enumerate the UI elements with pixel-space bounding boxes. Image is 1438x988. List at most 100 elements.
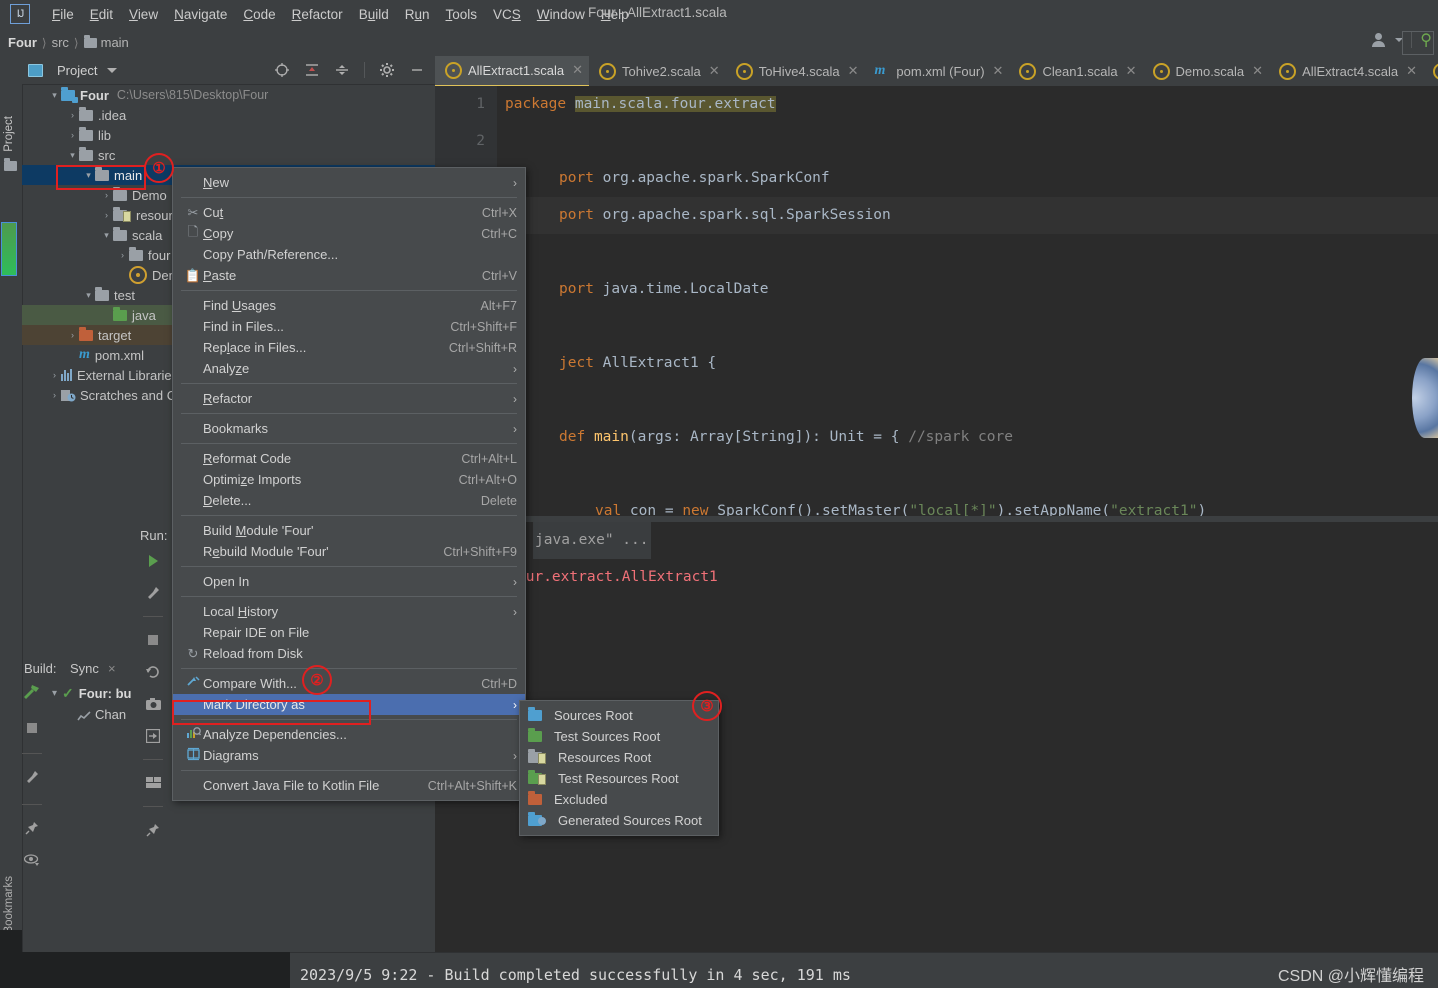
close-icon[interactable]: ×	[108, 661, 116, 676]
editor-tab-allextract4[interactable]: AllExtract4.scala ✕	[1269, 56, 1423, 86]
breadcrumb-segment-src[interactable]: src	[52, 35, 69, 50]
submenu-item-test-resources-root[interactable]: Test Resources Root	[520, 768, 718, 789]
build-row-four[interactable]: ▾ ✓ Four: bu	[52, 683, 131, 704]
menu-item-refactor[interactable]: Refactor ›	[173, 388, 525, 409]
close-icon[interactable]: ✕	[1252, 63, 1263, 79]
editor-tab-demo[interactable]: Demo.scala ✕	[1143, 56, 1270, 86]
layout-icon[interactable]	[144, 774, 162, 792]
menu-item-view[interactable]: View	[121, 5, 166, 24]
menu-item-find-usages[interactable]: Find Usages Alt+F7	[173, 295, 525, 316]
close-icon[interactable]: ✕	[1126, 63, 1137, 79]
account-icon[interactable]	[1371, 32, 1387, 48]
menu-item-code[interactable]: Code	[235, 5, 283, 24]
menu-item-tools[interactable]: Tools	[438, 5, 486, 24]
collapse-all-icon[interactable]	[334, 62, 350, 78]
menu-item-file[interactable]: File	[44, 5, 82, 24]
search-everywhere-box[interactable]	[1402, 31, 1434, 55]
editor-tab-tohive4[interactable]: ToHive4.scala ✕	[726, 56, 865, 86]
menu-item-analyze-dependencies[interactable]: Analyze Dependencies...	[173, 724, 525, 745]
sidebar-tab-bookmarks[interactable]: Bookmarks	[3, 876, 15, 934]
menu-item-new[interactable]: New ›	[173, 172, 525, 193]
gear-icon[interactable]	[379, 62, 395, 78]
camera-icon[interactable]	[144, 695, 162, 713]
submenu-item-generated-sources-root[interactable]: Generated Sources Root	[520, 810, 718, 831]
menu-item-mark-directory-as[interactable]: Mark Directory as ›	[173, 694, 525, 715]
tree-node-idea[interactable]: › .idea	[22, 105, 435, 125]
close-icon[interactable]: ✕	[709, 63, 720, 79]
context-menu[interactable]: New › ✂ Cut Ctrl+X 🗋 Copy Ctrl+C Copy Pa…	[172, 167, 526, 801]
menu-item-open-in[interactable]: Open In ›	[173, 571, 525, 592]
submenu-item-resources-root[interactable]: Resources Root	[520, 747, 718, 768]
menu-item-reload-from-disk[interactable]: ↻ Reload from Disk	[173, 643, 525, 664]
chevron-down-icon[interactable]: ▾	[100, 230, 113, 241]
build-panel-tab-sync[interactable]: Sync	[70, 661, 99, 676]
editor-tab-tohive2[interactable]: Tohive2.scala ✕	[589, 56, 726, 86]
breadcrumb-project[interactable]: Four	[8, 35, 37, 50]
menu-item-build[interactable]: Build	[351, 5, 397, 24]
menu-item-convert-java-to-kotlin[interactable]: Convert Java File to Kotlin File Ctrl+Al…	[173, 775, 525, 796]
chevron-down-icon[interactable]: ▾	[82, 170, 95, 181]
menu-item-refactor[interactable]: Refactor	[284, 5, 351, 24]
run-icon[interactable]	[144, 552, 162, 570]
menu-item-compare-with[interactable]: Compare With... Ctrl+D	[173, 673, 525, 694]
chevron-right-icon[interactable]: ›	[66, 130, 79, 140]
breadcrumb-segment-main[interactable]: main	[101, 35, 129, 50]
editor-tab-tohive1[interactable]: ToHive1.sc	[1423, 56, 1438, 86]
menu-item-find-in-files[interactable]: Find in Files... Ctrl+Shift+F	[173, 316, 525, 337]
menu-item-analyze[interactable]: Analyze ›	[173, 358, 525, 379]
menu-item-edit[interactable]: Edit	[82, 5, 121, 24]
wrench-icon[interactable]	[144, 584, 162, 602]
menu-item-cut[interactable]: ✂ Cut Ctrl+X	[173, 202, 525, 223]
menu-item-vcs[interactable]: VCS	[485, 5, 529, 24]
build-results-tree[interactable]: ▾ ✓ Four: bu Chan	[52, 683, 131, 725]
close-icon[interactable]: ✕	[572, 62, 583, 78]
chevron-right-icon[interactable]: ›	[48, 390, 61, 400]
stop-icon[interactable]	[26, 722, 38, 737]
rerun-icon[interactable]	[144, 663, 162, 681]
expand-all-icon[interactable]	[304, 62, 320, 78]
menu-item-local-history[interactable]: Local History ›	[173, 601, 525, 622]
menu-item-optimize-imports[interactable]: Optimize Imports Ctrl+Alt+O	[173, 469, 525, 490]
pin-icon[interactable]	[25, 821, 39, 838]
editor-tab-clean1[interactable]: Clean1.scala ✕	[1009, 56, 1142, 86]
editor-tab-pomxml[interactable]: m pom.xml (Four) ✕	[865, 56, 1010, 86]
tree-node-four[interactable]: ▾ Four C:\Users\815\Desktop\Four	[22, 85, 435, 105]
close-icon[interactable]: ✕	[848, 63, 859, 79]
menu-item-diagrams[interactable]: Diagrams ›	[173, 745, 525, 766]
close-icon[interactable]: ✕	[993, 63, 1004, 79]
menu-item-replace-in-files[interactable]: Replace in Files... Ctrl+Shift+R	[173, 337, 525, 358]
close-icon[interactable]: ✕	[1406, 63, 1417, 79]
menu-item-reformat-code[interactable]: Reformat Code Ctrl+Alt+L	[173, 448, 525, 469]
chevron-down-icon[interactable]: ▾	[66, 150, 79, 161]
chevron-right-icon[interactable]: ›	[116, 250, 129, 260]
locate-icon[interactable]	[274, 62, 290, 78]
menu-item-navigate[interactable]: Navigate	[166, 5, 235, 24]
chevron-down-icon[interactable]: ▾	[82, 290, 95, 301]
menu-item-copy-path[interactable]: Copy Path/Reference...	[173, 244, 525, 265]
submenu-item-sources-root[interactable]: Sources Root	[520, 705, 718, 726]
chevron-down-icon[interactable]: ▾	[52, 688, 57, 699]
menu-item-paste[interactable]: 📋 Paste Ctrl+V	[173, 265, 525, 286]
sidebar-tab-project[interactable]: Project	[3, 116, 15, 152]
chevron-right-icon[interactable]: ›	[66, 110, 79, 120]
hide-panel-icon[interactable]	[409, 62, 425, 78]
code-editor[interactable]: 1 2 package main.scala.four.extract port…	[435, 86, 1438, 520]
menu-item-copy[interactable]: 🗋 Copy Ctrl+C	[173, 223, 525, 244]
stop-icon[interactable]	[144, 631, 162, 649]
eye-icon[interactable]	[23, 854, 40, 869]
tree-node-src[interactable]: ▾ src	[22, 145, 435, 165]
hammer-icon[interactable]	[22, 683, 42, 706]
chevron-right-icon[interactable]: ›	[66, 330, 79, 340]
chevron-down-icon[interactable]	[107, 67, 118, 73]
menu-item-window[interactable]: Window	[529, 5, 593, 24]
build-row-changes[interactable]: Chan	[52, 704, 131, 725]
menu-item-repair-ide[interactable]: Repair IDE on File	[173, 622, 525, 643]
chevron-right-icon[interactable]: ›	[100, 190, 113, 200]
chevron-right-icon[interactable]: ›	[48, 370, 61, 380]
menu-item-rebuild-module[interactable]: Rebuild Module 'Four' Ctrl+Shift+F9	[173, 541, 525, 562]
submenu-item-excluded[interactable]: Excluded	[520, 789, 718, 810]
mark-directory-as-submenu[interactable]: Sources Root Test Sources Root Resources…	[519, 700, 719, 836]
editor-tab-allextract1[interactable]: AllExtract1.scala ✕	[435, 56, 589, 86]
tree-node-lib[interactable]: › lib	[22, 125, 435, 145]
export-icon[interactable]	[144, 727, 162, 745]
